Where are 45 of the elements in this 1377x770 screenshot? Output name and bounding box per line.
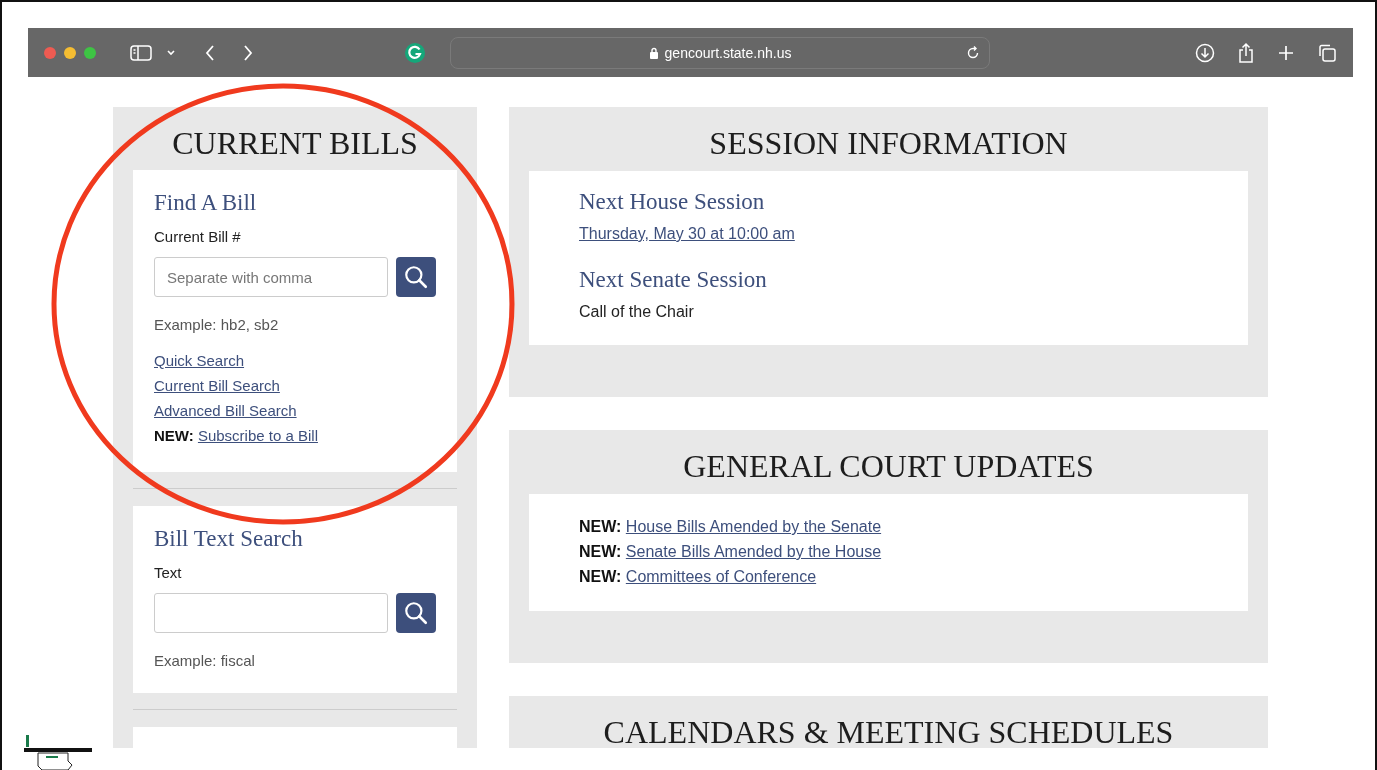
field-label: Current Bill # [154, 228, 242, 245]
chevron-down-icon[interactable] [166, 48, 176, 57]
session-date-link[interactable]: Thursday, May 30 at 10:00 am [579, 225, 795, 242]
search-icon [403, 264, 429, 290]
panel-title: SESSION INFORMATION [708, 125, 1069, 162]
back-icon[interactable] [204, 43, 216, 62]
extension-icon[interactable] [404, 41, 426, 64]
session-status-text: Call of the Chair [579, 303, 695, 321]
panel-title: GENERAL COURT UPDATES [682, 448, 1095, 485]
card-heading: Bill Text Search [154, 526, 304, 552]
update-link[interactable]: House Bills Amended by the Senate [625, 518, 882, 535]
column-title: CURRENT BILLS [171, 125, 419, 162]
reload-icon[interactable] [965, 44, 981, 61]
new-label: NEW: [154, 427, 194, 444]
session-heading: Next Senate Session [579, 267, 768, 293]
example-text: Example: fiscal [154, 652, 256, 669]
lock-icon [648, 46, 659, 59]
sidebar-icon[interactable] [130, 44, 152, 61]
bill-link[interactable]: Current Bill Search [154, 377, 280, 394]
search-field[interactable] [154, 593, 388, 633]
search-icon [403, 600, 429, 626]
panel-title: CALENDARS & MEETING SCHEDULES [602, 714, 1175, 748]
new-label: NEW: [579, 568, 622, 585]
session-heading: Next House Session [579, 189, 766, 215]
tabs-overview-icon[interactable] [1317, 42, 1337, 63]
minimize-window-button[interactable] [64, 46, 76, 59]
field-label: Text [154, 564, 183, 581]
update-link[interactable]: Committees of Conference [625, 568, 817, 585]
share-icon[interactable] [1237, 41, 1255, 64]
update-link[interactable]: Senate Bills Amended by the House [625, 543, 882, 560]
bill-link[interactable]: Subscribe to a Bill [197, 427, 318, 444]
new-tab-icon[interactable] [1277, 43, 1295, 62]
search-button[interactable] [396, 257, 436, 297]
example-text: Example: hb2, sb2 [154, 316, 280, 333]
forward-icon[interactable] [242, 43, 254, 62]
new-label: NEW: [579, 518, 622, 535]
url-text: gencourt.state.nh.us [664, 44, 792, 61]
download-icon[interactable] [1195, 42, 1215, 63]
bill-link[interactable]: Advanced Bill Search [154, 402, 297, 419]
bill-link[interactable]: Quick Search [154, 352, 245, 369]
new-label: NEW: [579, 543, 622, 560]
address-bar[interactable]: gencourt.state.nh.us [450, 36, 990, 69]
card-heading: Find A Bill [154, 190, 258, 216]
search-button[interactable] [396, 593, 436, 633]
search-field[interactable]: Separate with comma [154, 257, 388, 297]
